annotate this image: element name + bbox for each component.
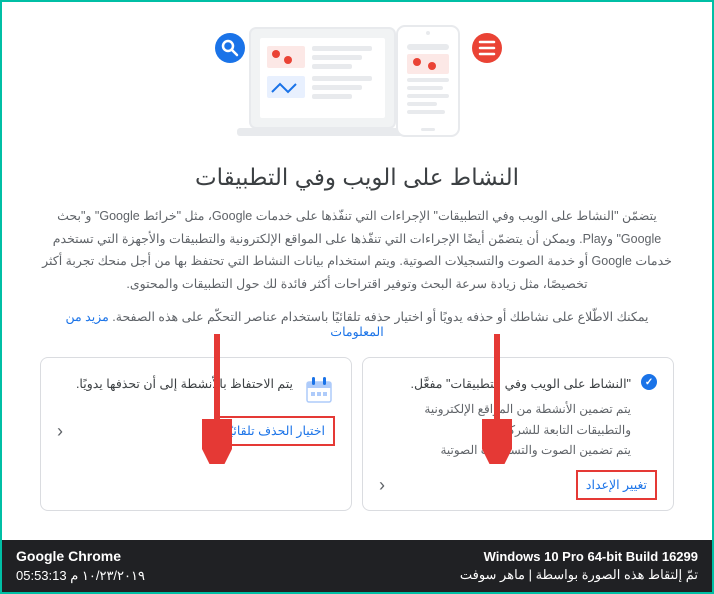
status-line-2: يتم تضمين الصوت والتسجيلات الصوتية <box>379 440 631 460</box>
os-name: Windows 10 Pro 64-bit Build 16299 <box>460 548 698 566</box>
retention-card-head: يتم الاحتفاظ بالأنشطة إلى أن تحذفها يدوي… <box>57 374 335 406</box>
capture-credit: تمّ إلتقاط هذه الصورة بواسطة | ماهر سوفت <box>460 566 698 584</box>
status-card-body: "النشاط على الويب وفي التطبيقات" مفعَّل.… <box>379 374 631 460</box>
change-setting-link[interactable]: تغيير الإعداد <box>586 478 647 492</box>
status-card-head: ✓ "النشاط على الويب وفي التطبيقات" مفعَّ… <box>379 374 657 460</box>
status-line-1: يتم تضمين الأنشطة من المواقع الإلكترونية… <box>379 399 631 440</box>
status-card: ✓ "النشاط على الويب وفي التطبيقات" مفعَّ… <box>362 357 674 511</box>
status-card-footer: تغيير الإعداد › <box>379 470 657 500</box>
description-text: يتضمّن "النشاط على الويب وفي التطبيقات" … <box>2 205 712 295</box>
status-card-title: "النشاط على الويب وفي التطبيقات" مفعَّل. <box>379 374 631 395</box>
retention-card: يتم الاحتفاظ بالأنشطة إلى أن تحذفها يدوي… <box>40 357 352 511</box>
hero-illustration <box>2 2 712 156</box>
chevron-left-icon[interactable]: › <box>57 421 63 442</box>
annotation-box-1: تغيير الإعداد <box>576 470 657 500</box>
page-title: النشاط على الويب وفي التطبيقات <box>2 164 712 191</box>
capture-time: 05:53:13 ١٠/٢٣/٢٠١٩ م <box>16 567 145 585</box>
chevron-left-icon[interactable]: › <box>379 475 385 496</box>
retention-card-footer: اختيار الحذف تلقائيًا › <box>57 416 335 446</box>
auto-delete-link[interactable]: اختيار الحذف تلقائيًا <box>226 424 325 438</box>
calendar-icon <box>303 374 335 406</box>
sub-description-text: يمكنك الاطّلاع على نشاطك أو حذفه يدويًا … <box>112 310 648 324</box>
cards-row: ✓ "النشاط على الويب وفي التطبيقات" مفعَّ… <box>2 357 712 525</box>
retention-card-body: يتم الاحتفاظ بالأنشطة إلى أن تحذفها يدوي… <box>57 374 293 399</box>
devices-illustration <box>202 18 512 148</box>
check-icon: ✓ <box>641 374 657 390</box>
page-wrap: النشاط على الويب وفي التطبيقات يتضمّن "ا… <box>2 2 712 525</box>
footer-left: Google Chrome 05:53:13 ١٠/٢٣/٢٠١٩ م <box>16 547 145 585</box>
retention-card-title: يتم الاحتفاظ بالأنشطة إلى أن تحذفها يدوي… <box>57 374 293 395</box>
footer-right: Windows 10 Pro 64-bit Build 16299 تمّ إل… <box>460 548 698 584</box>
browser-name: Google Chrome <box>16 547 145 567</box>
annotation-box-2: اختيار الحذف تلقائيًا <box>216 416 335 446</box>
screenshot-footer: Google Chrome 05:53:13 ١٠/٢٣/٢٠١٩ م Wind… <box>2 540 712 592</box>
sub-description: يمكنك الاطّلاع على نشاطك أو حذفه يدويًا … <box>2 309 712 339</box>
